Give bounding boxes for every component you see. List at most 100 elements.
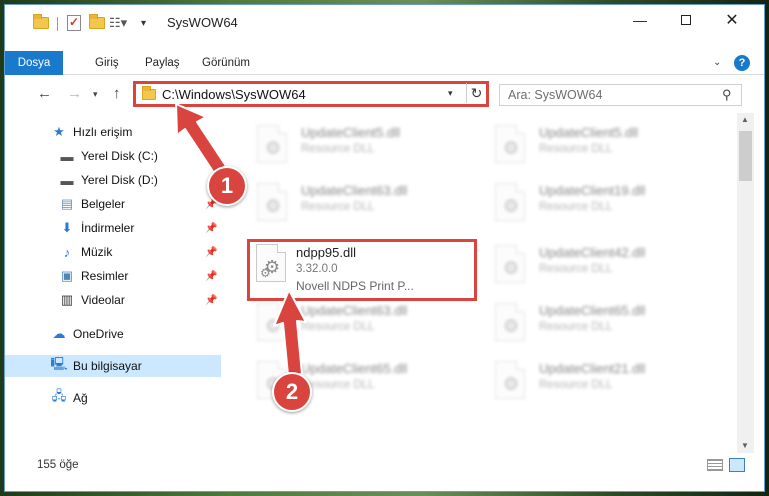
dll-file-icon: ⚙ (491, 125, 531, 171)
highlighted-file-item[interactable]: ⚙ ⚙ ndpp95.dll 3.32.0.0 Novell NDPS Print… (247, 239, 477, 301)
folder-icon (33, 13, 49, 33)
file-item[interactable]: ⚙ UpdateClient65.dll Resource DLL (487, 299, 707, 353)
sidebar-item-pictures[interactable]: ▣ Resimler 📌 (5, 265, 221, 287)
explorer-window: ☷▾ ▾ SysWOW64 — ✕ Dosya Giriş Paylaş Gör… (4, 4, 765, 492)
sidebar-item-label: OneDrive (73, 327, 124, 341)
videos-icon: ▥ (60, 292, 74, 307)
file-description: Resource DLL (301, 201, 375, 213)
refresh-icon[interactable]: ↻ (466, 83, 486, 103)
file-name: UpdateClient63.dll (301, 183, 408, 198)
address-bar[interactable]: C:\Windows\SysWOW64 ▾ ↻ (133, 81, 489, 107)
sidebar-item-label: Bu bilgisayar (73, 359, 142, 373)
sidebar-item-local-disk-c[interactable]: ▬ Yerel Disk (C:) (5, 145, 221, 167)
network-icon: 🖧 (51, 388, 67, 403)
close-button[interactable]: ✕ (709, 5, 755, 35)
sidebar-item-onedrive[interactable]: ☁ OneDrive (5, 323, 221, 345)
properties-icon[interactable] (67, 13, 81, 33)
sidebar-item-this-pc[interactable]: 🖳 Bu bilgisayar (5, 355, 221, 377)
expand-ribbon-icon[interactable]: ⌄ (713, 57, 721, 68)
file-version: 3.32.0.0 (296, 263, 338, 275)
maximize-button[interactable] (663, 5, 709, 35)
pin-icon[interactable]: 📌 (205, 223, 217, 234)
file-item[interactable]: ⚙ UpdateClient21.dll Resource DLL (487, 357, 707, 411)
forward-arrow-icon[interactable]: → (67, 85, 82, 102)
file-item[interactable]: ⚙ UpdateClient42.dll Resource DLL (487, 241, 707, 295)
file-description: Resource DLL (301, 321, 375, 333)
minimize-button[interactable]: — (617, 5, 663, 35)
sidebar-item-label: Yerel Disk (D:) (81, 173, 158, 187)
large-icons-view-icon[interactable] (729, 458, 745, 472)
dll-file-icon: ⚙ (253, 183, 293, 229)
tab-view[interactable]: Görünüm (202, 51, 250, 75)
pin-icon[interactable]: 📌 (205, 295, 217, 306)
dll-file-icon: ⚙ (253, 125, 293, 171)
search-icon[interactable]: ⚲ (722, 87, 732, 103)
file-name: UpdateClient19.dll (539, 183, 646, 198)
sidebar-item-local-disk-d[interactable]: ▬ Yerel Disk (D:) (5, 169, 221, 191)
dll-file-icon: ⚙ (491, 361, 531, 407)
navigation-pane: ★ Hızlı erişim ▬ Yerel Disk (C:) ▬ Yerel… (5, 113, 221, 453)
up-arrow-icon[interactable]: ↑ (113, 85, 121, 102)
scrollbar-thumb[interactable] (739, 131, 752, 181)
file-item[interactable]: ⚙ UpdateClient5.dll Resource DLL (249, 121, 469, 175)
customize-toolbar-icon[interactable]: ▾ (141, 13, 146, 33)
window-title: SysWOW64 (167, 15, 238, 30)
tab-home[interactable]: Giriş (95, 51, 119, 75)
music-icon: ♪ (63, 244, 71, 260)
file-description: Resource DLL (539, 143, 613, 155)
details-view-icon[interactable] (707, 459, 723, 471)
pin-icon[interactable]: 📌 (205, 271, 217, 282)
file-name: UpdateClient42.dll (539, 245, 646, 260)
scroll-up-icon[interactable]: ▲ (741, 115, 749, 124)
file-name: UpdateClient65.dll (539, 303, 646, 318)
item-count: 155 öğe (37, 459, 79, 471)
chevron-down-icon[interactable]: ▾ (448, 88, 453, 99)
file-description: Resource DLL (539, 263, 613, 275)
folder-icon (142, 86, 156, 100)
back-arrow-icon[interactable]: ← (37, 85, 52, 102)
file-item[interactable]: ⚙ UpdateClient63.dll Resource DLL (249, 179, 469, 233)
sidebar-item-music[interactable]: ♪ Müzik 📌 (5, 241, 221, 263)
sidebar-item-videos[interactable]: ▥ Videolar 📌 (5, 289, 221, 311)
toolbar-separator (57, 17, 58, 31)
file-description: Resource DLL (301, 379, 375, 391)
new-folder-icon[interactable] (89, 13, 105, 33)
dll-file-icon: ⚙ (491, 303, 531, 349)
sidebar-item-quick-access[interactable]: ★ Hızlı erişim (5, 121, 221, 143)
address-path[interactable]: C:\Windows\SysWOW64 (162, 87, 306, 102)
star-icon: ★ (53, 124, 65, 139)
sidebar-item-label: Müzik (81, 245, 113, 259)
file-description: Resource DLL (539, 379, 613, 391)
recent-locations-icon[interactable]: ▾ (93, 89, 98, 100)
file-item[interactable]: ⚙ UpdateClient5.dll Resource DLL (487, 121, 707, 175)
sidebar-item-label: Videolar (81, 293, 125, 307)
pictures-icon: ▣ (60, 268, 74, 283)
search-input[interactable]: Ara: SysWOW64 ⚲ (499, 84, 742, 106)
view-options-icon[interactable]: ☷▾ (109, 13, 127, 33)
documents-icon: ▤ (60, 196, 74, 211)
sidebar-item-network[interactable]: 🖧 Ağ (5, 387, 221, 409)
help-icon[interactable]: ? (734, 55, 750, 71)
file-name: UpdateClient63.dll (301, 303, 408, 318)
tab-share[interactable]: Paylaş (145, 51, 180, 75)
vertical-scrollbar[interactable]: ▲ ▼ (737, 113, 754, 453)
title-bar: ☷▾ ▾ SysWOW64 — ✕ (5, 5, 764, 49)
file-description: Resource DLL (539, 201, 613, 213)
pin-icon[interactable]: 📌 (205, 247, 217, 258)
step-1-badge: 1 (207, 166, 247, 206)
sidebar-item-label: Hızlı erişim (73, 125, 133, 139)
file-item[interactable]: ⚙ UpdateClient19.dll Resource DLL (487, 179, 707, 233)
file-item[interactable]: ⚙ UpdateClient63.dll Resource DLL (249, 299, 469, 353)
file-description: Resource DLL (301, 143, 375, 155)
file-name: UpdateClient5.dll (301, 125, 401, 140)
scroll-down-icon[interactable]: ▼ (741, 441, 749, 450)
cloud-icon: ☁ (52, 326, 66, 341)
file-name: UpdateClient5.dll (539, 125, 639, 140)
tab-file[interactable]: Dosya (5, 51, 63, 75)
computer-icon: 🖳 (50, 356, 68, 371)
sidebar-item-label: Yerel Disk (C:) (81, 149, 158, 163)
sidebar-item-downloads[interactable]: ⬇ İndirmeler 📌 (5, 217, 221, 239)
sidebar-item-documents[interactable]: ▤ Belgeler 📌 (5, 193, 221, 215)
status-bar: 155 öğe (5, 455, 764, 477)
dll-file-icon: ⚙ (491, 245, 531, 291)
